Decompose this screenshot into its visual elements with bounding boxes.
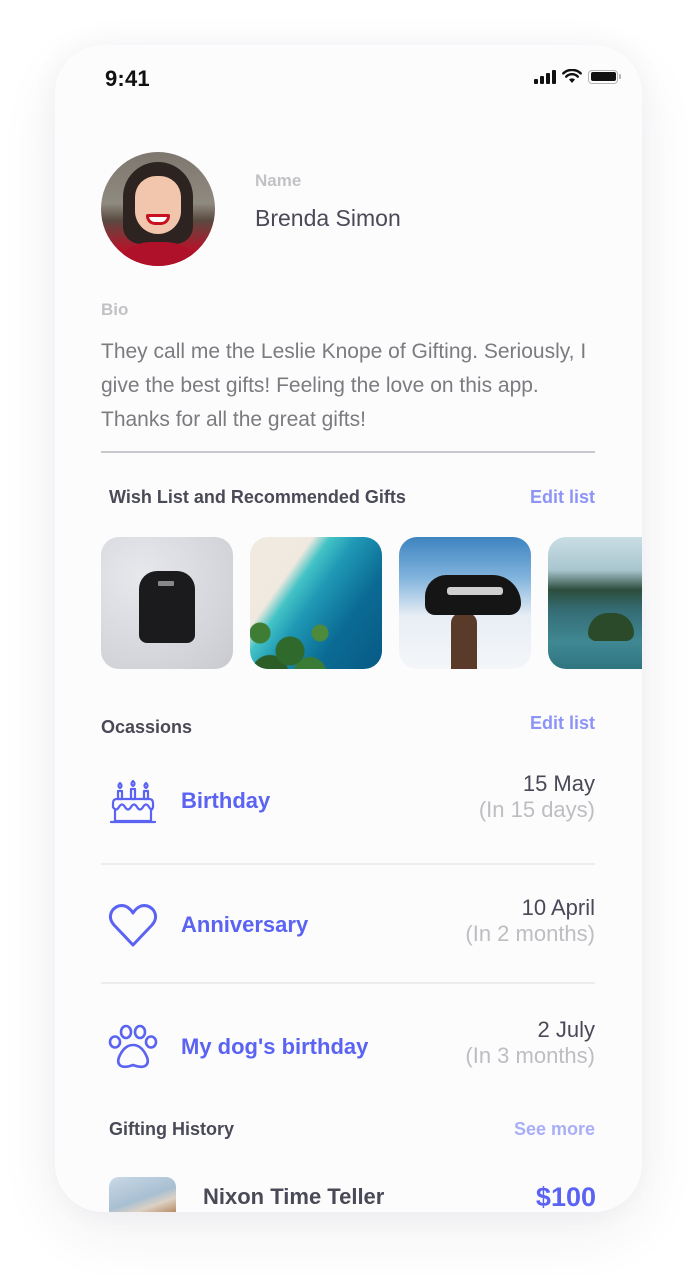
wishlist-item-bay[interactable] bbox=[548, 537, 642, 669]
bio-label: Bio bbox=[101, 300, 129, 319]
name-value[interactable]: Brenda Simon bbox=[255, 205, 401, 232]
cellular-signal-icon bbox=[534, 69, 556, 84]
occasion-label: My dog's birthday bbox=[181, 1034, 369, 1059]
occasions-edit-button[interactable]: Edit list bbox=[530, 713, 595, 734]
battery-icon bbox=[588, 69, 621, 84]
occasion-label: Birthday bbox=[181, 788, 271, 813]
occasion-row-birthday[interactable]: Birthday 15 May (In 15 days) bbox=[101, 771, 595, 831]
wishlist-item-backpack[interactable] bbox=[101, 537, 233, 669]
wifi-icon bbox=[562, 69, 582, 83]
birthday-cake-icon bbox=[109, 779, 157, 824]
occasion-label: Anniversary bbox=[181, 912, 309, 937]
wishlist-title: Wish List and Recommended Gifts bbox=[109, 487, 406, 507]
avatar[interactable] bbox=[101, 152, 215, 266]
occasion-relative-time: (In 2 months) bbox=[465, 921, 595, 946]
occasion-relative-time: (In 15 days) bbox=[478, 797, 595, 822]
occasions-title: Ocassions bbox=[101, 717, 193, 737]
wishlist-item-beach[interactable] bbox=[250, 537, 382, 669]
occasion-row-anniversary[interactable]: Anniversary 10 April (In 2 months) bbox=[101, 895, 595, 955]
gifting-history-title: Gifting History bbox=[109, 1119, 234, 1139]
occasion-date: 2 July bbox=[537, 1017, 595, 1042]
history-item-name[interactable]: Nixon Time Teller bbox=[203, 1184, 384, 1210]
bio-divider bbox=[101, 451, 595, 453]
occasion-divider bbox=[101, 982, 595, 984]
occasion-row-dog-birthday[interactable]: My dog's birthday 2 July (In 3 months) bbox=[101, 1017, 595, 1077]
wishlist-carousel[interactable] bbox=[101, 537, 642, 669]
wishlist-item-sneaker[interactable] bbox=[399, 537, 531, 669]
status-icons bbox=[534, 69, 621, 84]
wishlist-edit-button[interactable]: Edit list bbox=[530, 487, 595, 508]
name-label: Name bbox=[255, 171, 302, 190]
bio-text[interactable]: They call me the Leslie Knope of Gifting… bbox=[101, 335, 601, 437]
see-more-button[interactable]: See more bbox=[514, 1119, 595, 1140]
phone-screen: 9:41 Name Brenda Simon Bio They call me … bbox=[55, 45, 642, 1212]
occasion-date: 10 April bbox=[521, 895, 595, 920]
paw-icon bbox=[108, 1024, 158, 1069]
heart-icon bbox=[108, 904, 158, 947]
occasion-relative-time: (In 3 months) bbox=[465, 1043, 595, 1068]
status-time: 9:41 bbox=[105, 66, 150, 91]
history-item-thumbnail[interactable] bbox=[109, 1177, 176, 1212]
occasion-divider bbox=[101, 863, 595, 865]
history-item-price: $100 bbox=[535, 1182, 596, 1212]
occasion-date: 15 May bbox=[522, 771, 595, 796]
status-bar: 9:41 bbox=[55, 45, 642, 115]
